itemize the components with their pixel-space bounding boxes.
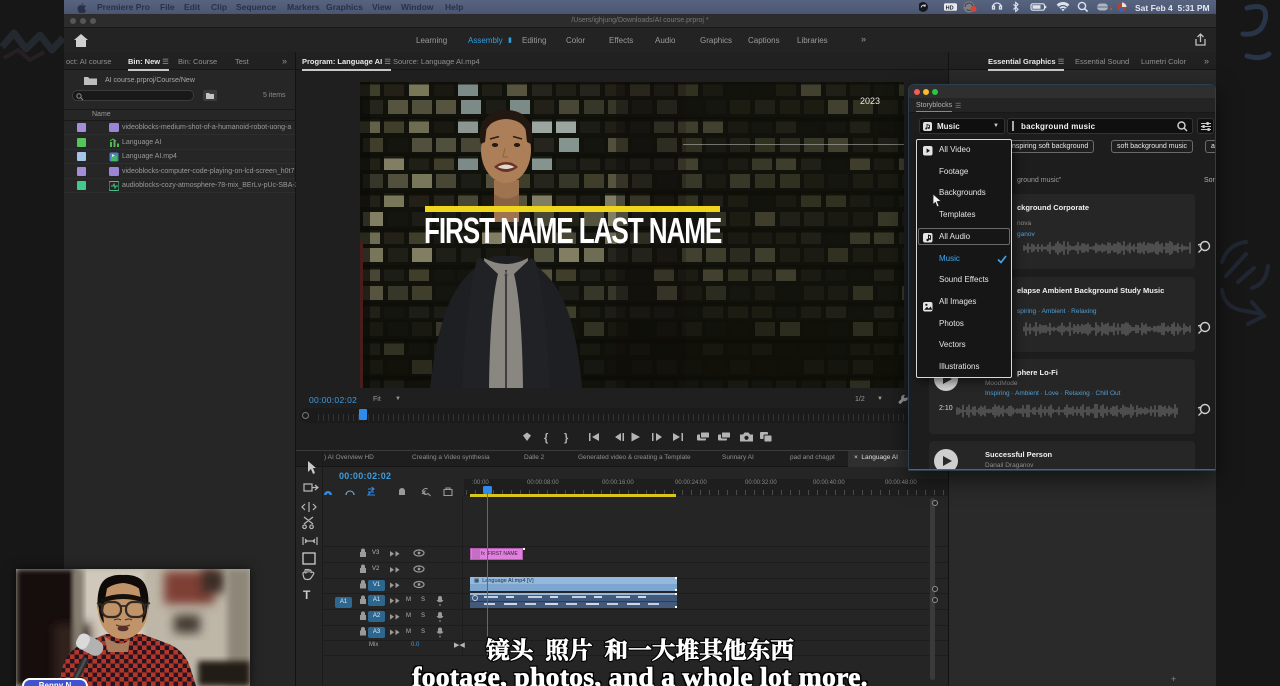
svg-text:}: } — [564, 432, 569, 444]
svg-text:{: { — [544, 432, 549, 444]
svg-text:HD: HD — [946, 5, 954, 11]
svg-text:T: T — [303, 588, 311, 599]
